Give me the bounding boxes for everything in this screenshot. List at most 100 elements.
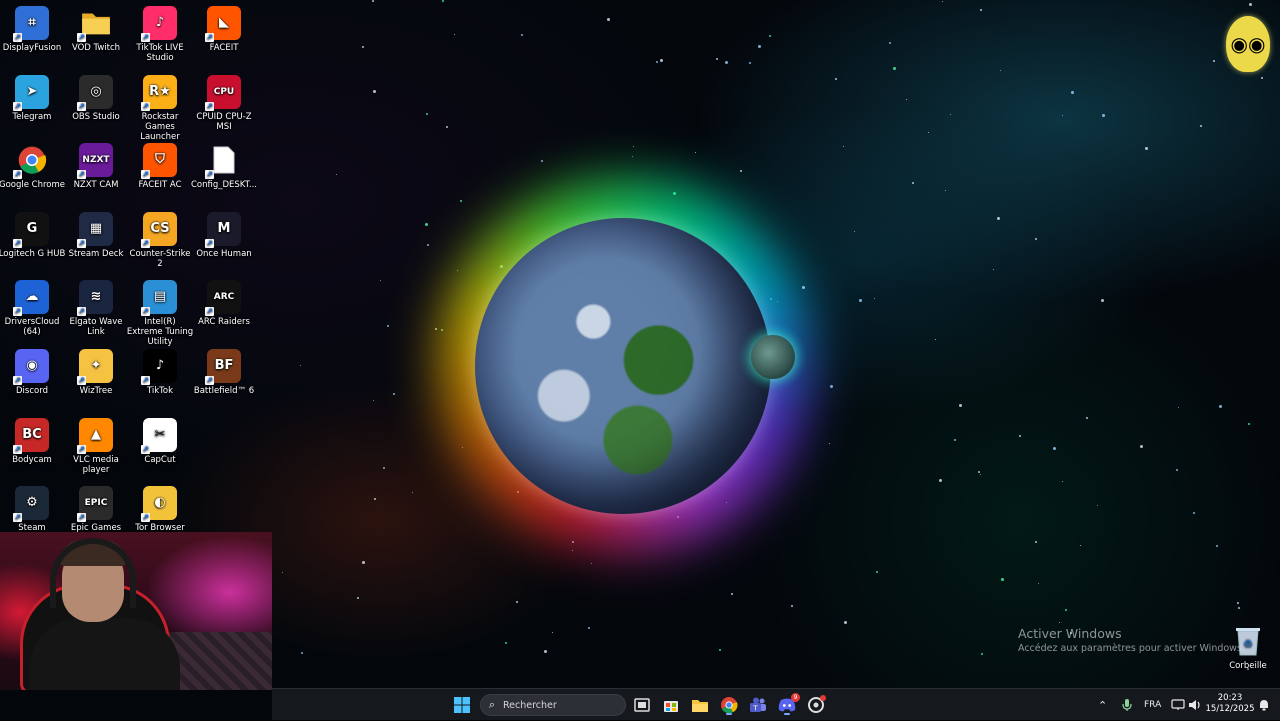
star xyxy=(1080,545,1081,546)
taskbar-app-button[interactable] xyxy=(805,694,827,716)
taskbar-search-box[interactable]: ⌕ Rechercher xyxy=(480,694,626,716)
desktop-icon-wiztree[interactable]: ✦ ↗ WizTree xyxy=(62,345,130,396)
shortcut-arrow-icon: ↗ xyxy=(13,513,22,522)
desktop-icon-battlefield[interactable]: BF ↗ Battlefield™ 6 xyxy=(190,345,258,396)
desktop-icon-stream-deck[interactable]: ▦ ↗ Stream Deck xyxy=(62,208,130,259)
star xyxy=(1065,609,1067,611)
shortcut-arrow-icon: ↗ xyxy=(141,376,150,385)
star xyxy=(1261,77,1263,79)
tray-microphone[interactable] xyxy=(1122,689,1132,721)
star xyxy=(993,269,994,270)
star xyxy=(939,479,942,482)
shortcut-arrow-icon: ↗ xyxy=(205,170,214,179)
desktop-icon-tiktok-live[interactable]: ♪ ↗ TikTok LIVE Studio xyxy=(126,2,194,63)
desktop-icon-nzxt[interactable]: NZXT ↗ NZXT CAM xyxy=(62,139,130,190)
star xyxy=(412,492,413,493)
star xyxy=(978,471,980,473)
star xyxy=(954,439,956,441)
star xyxy=(893,67,896,70)
star xyxy=(1086,417,1088,419)
desktop-icon-discord[interactable]: ◉ ↗ Discord xyxy=(0,345,66,396)
task-view-button[interactable] xyxy=(631,694,653,716)
desktop-icon-obs[interactable]: ◎ ↗ OBS Studio xyxy=(62,71,130,122)
desktop-icon-chrome[interactable]: ↗ Google Chrome xyxy=(0,139,66,190)
desktop-icon-vlc[interactable]: ▲ ↗ VLC media player xyxy=(62,414,130,475)
desktop-icon-capcut[interactable]: ✂ ↗ CapCut xyxy=(126,414,194,465)
star xyxy=(942,1,943,2)
network-icon xyxy=(1171,699,1185,710)
desktop-icon-intel-xtu[interactable]: ▤ ↗ Intel(R) Extreme Tuning Utility xyxy=(126,276,194,347)
earth-planet xyxy=(475,218,771,514)
taskbar-store-button[interactable] xyxy=(660,694,682,716)
tray-network-volume[interactable] xyxy=(1171,689,1202,721)
desktop-icon-driverscloud[interactable]: ☁ ↗ DriversCloud (64) xyxy=(0,276,66,337)
star xyxy=(393,393,395,395)
desktop-icon-faceit[interactable]: ◣ ↗ FACEIT xyxy=(190,2,258,53)
desktop-icon-cs2[interactable]: CS ↗ Counter-Strike 2 xyxy=(126,208,194,269)
star xyxy=(1019,435,1021,437)
star xyxy=(435,328,437,330)
activate-windows-title: Activer Windows xyxy=(1018,626,1122,641)
star xyxy=(716,58,718,60)
desktop-icon-epic-games[interactable]: EPIC ↗ Epic Games xyxy=(62,482,130,533)
star xyxy=(357,597,359,599)
desktop-icon-wave-link[interactable]: ≋ ↗ Elgato Wave Link xyxy=(62,276,130,337)
stream-deck-icon: ▦ ↗ xyxy=(77,212,113,248)
desktop-icon-telegram[interactable]: ➤ ↗ Telegram xyxy=(0,71,66,122)
star xyxy=(1176,469,1178,471)
task-view-icon xyxy=(634,698,650,712)
faceit-icon: ◣ ↗ xyxy=(205,6,241,42)
star xyxy=(1249,3,1252,6)
star xyxy=(633,146,634,147)
desktop-icon-label: Google Chrome xyxy=(0,180,66,190)
star xyxy=(1035,238,1037,240)
star xyxy=(1059,622,1060,623)
desktop-icon-label: Once Human xyxy=(196,249,252,259)
taskbar-clock[interactable]: 20:23 15/12/2025 xyxy=(1202,693,1258,715)
recycle-bin[interactable]: ♻ Corbeille xyxy=(1214,620,1280,671)
desktop-icon-steam[interactable]: ⚙ ↗ Steam xyxy=(0,482,66,533)
desktop-icon-arc-raiders[interactable]: ARC ↗ ARC Raiders xyxy=(190,276,258,327)
star xyxy=(373,400,374,401)
taskbar-file-explorer-button[interactable] xyxy=(689,694,711,716)
desktop-icon-tor-browser[interactable]: ◐ ↗ Tor Browser xyxy=(126,482,194,533)
tray-language-indicator[interactable]: FRA xyxy=(1144,689,1161,721)
desktop-icon-displayfusion[interactable]: ⌗ ↗ DisplayFusion xyxy=(0,2,66,53)
desktop-icon-folder[interactable]: ↗ VOD Twitch xyxy=(62,2,130,53)
desktop-icon-tiktok[interactable]: ♪ ↗ TikTok xyxy=(126,345,194,396)
star xyxy=(588,627,590,629)
star xyxy=(1145,147,1148,150)
star xyxy=(425,223,428,226)
shortcut-arrow-icon: ↗ xyxy=(141,239,150,248)
star xyxy=(1216,545,1218,547)
taskbar-discord-button[interactable]: 9 xyxy=(776,693,800,716)
start-button[interactable] xyxy=(451,694,473,716)
tray-show-hidden-icons[interactable]: ⌃ xyxy=(1098,689,1107,721)
active-indicator xyxy=(784,713,790,715)
desktop-icon-label: FACEIT AC xyxy=(138,180,182,190)
star xyxy=(457,270,458,271)
desktop-icon-label: Stream Deck xyxy=(68,249,124,259)
desktop-icon-label: VLC media player xyxy=(73,455,119,475)
desktop-icon-rockstar[interactable]: R★ ↗ Rockstar Games Launcher xyxy=(126,71,194,142)
desktop-icon-label: Logitech G HUB xyxy=(0,249,66,259)
tray-notifications[interactable] xyxy=(1258,689,1270,721)
desktop-icon-file[interactable]: ↗ Config_DESKT... xyxy=(190,139,258,190)
star xyxy=(1238,607,1240,609)
epic-games-icon: EPIC ↗ xyxy=(77,486,113,522)
desktop-icon-once-human[interactable]: M ↗ Once Human xyxy=(190,208,258,259)
desktop-icon-logitech[interactable]: G ↗ Logitech G HUB xyxy=(0,208,66,259)
activate-windows-subtitle: Accédez aux paramètres pour activer Wind… xyxy=(1018,643,1245,654)
desktop-icon-cpuz[interactable]: CPU ↗ CPUID CPU-Z MSI xyxy=(190,71,258,132)
desktop-icon-bodycam[interactable]: BC ↗ Bodycam xyxy=(0,414,66,465)
desktop-icon-label: Intel(R) Extreme Tuning Utility xyxy=(126,317,194,347)
star xyxy=(928,132,929,133)
taskbar-teams-button[interactable]: T xyxy=(747,694,769,716)
desktop-icon-label: Rockstar Games Launcher xyxy=(140,112,180,142)
taskbar-chrome-button[interactable] xyxy=(718,694,740,716)
desktop-icon-faceit-ac[interactable]: ⛉ ↗ FACEIT AC xyxy=(126,139,194,190)
star xyxy=(374,498,376,500)
shortcut-arrow-icon: ↗ xyxy=(205,239,214,248)
shortcut-arrow-icon: ↗ xyxy=(13,307,22,316)
steam-icon: ⚙ ↗ xyxy=(13,486,49,522)
